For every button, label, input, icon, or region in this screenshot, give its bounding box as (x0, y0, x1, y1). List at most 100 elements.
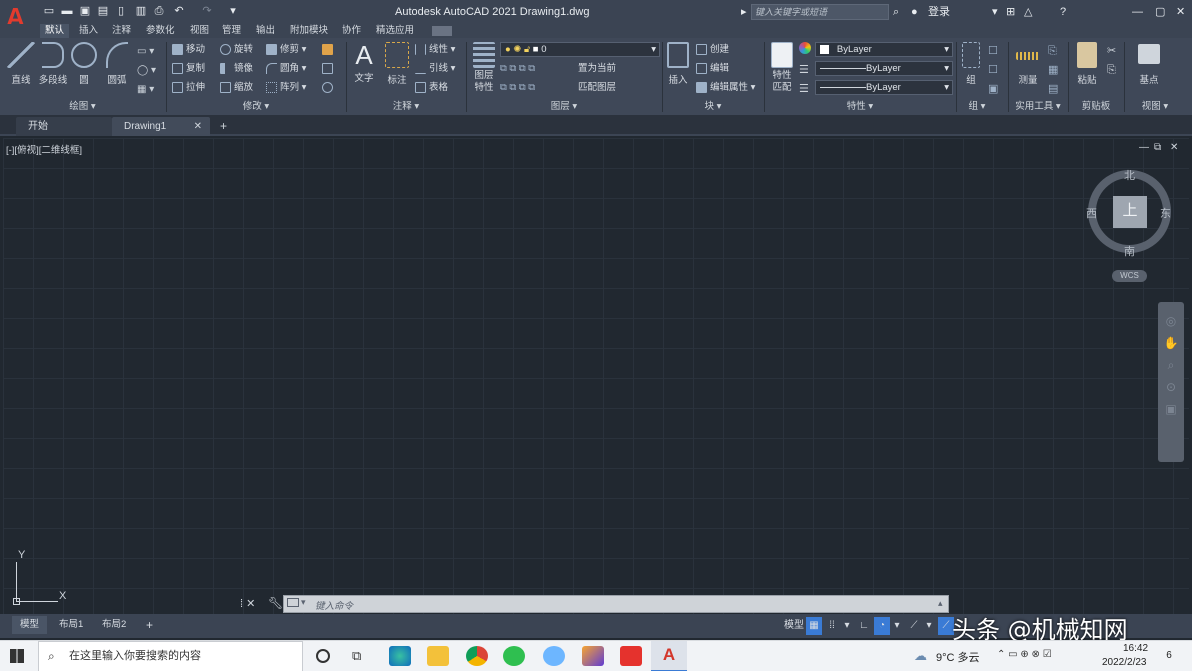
draw-panel-label[interactable]: 绘图 ▾ (0, 100, 165, 114)
copy-button[interactable]: 复制 (172, 61, 205, 77)
wps-icon[interactable] (620, 646, 642, 666)
tab-home[interactable]: 默认 (40, 24, 70, 38)
polyline-button[interactable]: 多段线 (36, 42, 70, 86)
measure-button[interactable]: 测量 (1013, 42, 1043, 86)
tab-parametric[interactable]: 参数化 (141, 24, 180, 38)
linear-dim-button[interactable]: 线性 ▾ (415, 42, 455, 58)
navigation-bar[interactable]: ◎ ✋ ⌕ ⊙ ▣ (1158, 302, 1184, 462)
file-explorer-icon[interactable] (427, 646, 449, 666)
lineweight-dropdown[interactable]: ByLayer ▾ (815, 80, 953, 95)
viewport-minimize-icon[interactable]: — (1139, 142, 1149, 153)
command-line-grip-icon[interactable]: ⁞ ✕ (240, 597, 255, 610)
notification-badge[interactable]: 6 (1160, 647, 1178, 665)
search-icon[interactable]: ⌕ (893, 5, 899, 19)
tab-featured-apps[interactable]: 精选应用 (371, 24, 419, 38)
group-button[interactable]: 组 (959, 42, 983, 86)
web-mobile-icon[interactable]: ▯ (114, 4, 128, 18)
new-tab-icon[interactable]: + (220, 119, 227, 133)
cart-icon[interactable]: ⊞ (1006, 5, 1015, 19)
text-button[interactable]: A 文字 (350, 40, 378, 84)
minimize-icon[interactable]: — (1132, 5, 1143, 19)
group-tools[interactable]: ☐ ☐ ▣ (988, 42, 998, 99)
plot-icon[interactable]: ▥ (134, 4, 148, 18)
windows-start-icon[interactable] (10, 649, 24, 663)
snap-dropdown-icon[interactable]: ▾ (842, 617, 852, 635)
viewport-close-icon[interactable]: ✕ (1170, 142, 1178, 153)
app-icon[interactable] (543, 646, 565, 666)
new-file-icon[interactable]: ▭ (42, 4, 56, 18)
clock-date[interactable]: 2022/2/23 (1102, 657, 1147, 668)
erase-button[interactable] (322, 42, 336, 58)
viewport-restore-icon[interactable]: ⧉ (1154, 142, 1161, 153)
explode-button[interactable] (322, 61, 336, 77)
clipboard-tools[interactable]: ✂ ⎘ (1107, 42, 1116, 80)
recent-commands-icon[interactable] (287, 598, 299, 607)
properties-panel-label[interactable]: 特性 ▾ (764, 100, 956, 114)
insert-block-button[interactable]: 插入 (665, 42, 691, 86)
array-button[interactable]: 阵列 ▾ (266, 80, 306, 96)
command-history-icon[interactable]: ▴ (938, 598, 943, 609)
drawing-canvas[interactable] (3, 138, 1189, 614)
ortho-icon[interactable]: ∟ (856, 617, 872, 635)
edge-browser-icon[interactable] (389, 646, 411, 666)
draw-extra-tools[interactable]: ▭ ▾ ◯ ▾ ▦ ▾ (137, 42, 156, 99)
add-layout-icon[interactable]: + (138, 616, 161, 634)
print-icon[interactable]: ⎙ (152, 4, 166, 18)
dimension-button[interactable]: 标注 (383, 42, 411, 86)
search-expand-icon[interactable]: ▸ (741, 5, 747, 19)
maximize-icon[interactable]: ▢ (1155, 5, 1165, 19)
match-layer-button[interactable]: 匹配图层 (578, 80, 616, 96)
table-button[interactable]: 表格 (415, 80, 448, 96)
chrome-icon[interactable] (466, 646, 488, 666)
annotation-panel-label[interactable]: 注释 ▾ (346, 100, 466, 114)
close-icon[interactable]: ✕ (1176, 5, 1185, 19)
save-icon[interactable]: ▣ (78, 4, 92, 18)
match-properties-button[interactable]: 特性匹配 (768, 42, 796, 94)
scale-button[interactable]: 缩放 (220, 80, 253, 96)
set-current-button[interactable]: 置为当前 (578, 61, 616, 77)
isodraft-dropdown-icon[interactable]: ▾ (924, 617, 934, 635)
tab-output[interactable]: 输出 (251, 24, 280, 38)
tab-addins[interactable]: 附加模块 (285, 24, 333, 38)
layer-tools-row2[interactable]: ⧉ ⧉ ⧉ ⧉ (500, 80, 535, 96)
layout-tab-model[interactable]: 模型 (12, 616, 48, 634)
fillet-button[interactable]: 圆角 ▾ (266, 61, 306, 77)
utilities-panel-label[interactable]: 实用工具 ▾ (1008, 100, 1068, 114)
undo-icon[interactable]: ↶ (172, 4, 186, 18)
grid-icon[interactable]: ▦ (806, 617, 822, 635)
move-button[interactable]: 移动 (172, 42, 205, 58)
groups-panel-label[interactable]: 组 ▾ (956, 100, 998, 114)
color-dropdown[interactable]: ByLayer ▾ (815, 42, 953, 57)
polar-icon[interactable]: ◔ (874, 617, 890, 635)
polar-dropdown-icon[interactable]: ▾ (892, 617, 902, 635)
isodraft-icon[interactable]: ⟋ (906, 617, 922, 635)
offset-button[interactable] (322, 80, 336, 96)
task-view-icon[interactable]: ⧉ (352, 648, 361, 664)
viewport-controls-label[interactable]: [-][俯视][二维线框] (6, 142, 82, 156)
login-link[interactable]: 登录 (928, 5, 950, 19)
paste-button[interactable]: 粘贴 (1073, 42, 1101, 86)
tray-icons[interactable]: ⌃ ▭ ⊕ ⊗ ☑ (997, 649, 1052, 660)
wcs-menu[interactable]: WCS (1112, 270, 1147, 282)
login-dropdown-icon[interactable]: ▾ (992, 5, 998, 19)
wechat-icon[interactable] (503, 646, 525, 666)
layer-dropdown[interactable]: ● ✺ 🔓︎ ■ 0 ▾ (500, 42, 660, 57)
create-block-button[interactable]: 创建 (696, 42, 729, 58)
color-wheel-icon[interactable] (799, 42, 811, 54)
tab-view[interactable]: 视图 (185, 24, 214, 38)
tab-annotate[interactable]: 注释 (107, 24, 136, 38)
recent-commands-dropdown-icon[interactable]: ▾ (301, 597, 306, 608)
edit-attributes-button[interactable]: 编辑属性 ▾ (696, 80, 755, 96)
edit-block-button[interactable]: 编辑 (696, 61, 729, 77)
layer-tools-row1[interactable]: ⧉ ⧉ ⧉ ⧉ (500, 61, 535, 77)
leader-button[interactable]: 引线 ▾ (415, 61, 455, 77)
model-space-button[interactable]: 模型 (782, 617, 806, 635)
viewcube-top-face[interactable]: 上 (1113, 196, 1147, 228)
utility-tools[interactable]: ⎘ ▦ ▤ (1048, 42, 1058, 99)
autocad-taskbar-button[interactable]: A (651, 641, 687, 671)
tab-drawing1[interactable]: Drawing1 ✕ (112, 117, 210, 136)
tab-start[interactable]: 开始 (16, 117, 112, 136)
circle-button[interactable]: 圆 (70, 42, 98, 86)
ribbon-toggle-icon[interactable] (432, 26, 452, 36)
customize-quick-access-icon[interactable]: ▾ (226, 4, 240, 18)
